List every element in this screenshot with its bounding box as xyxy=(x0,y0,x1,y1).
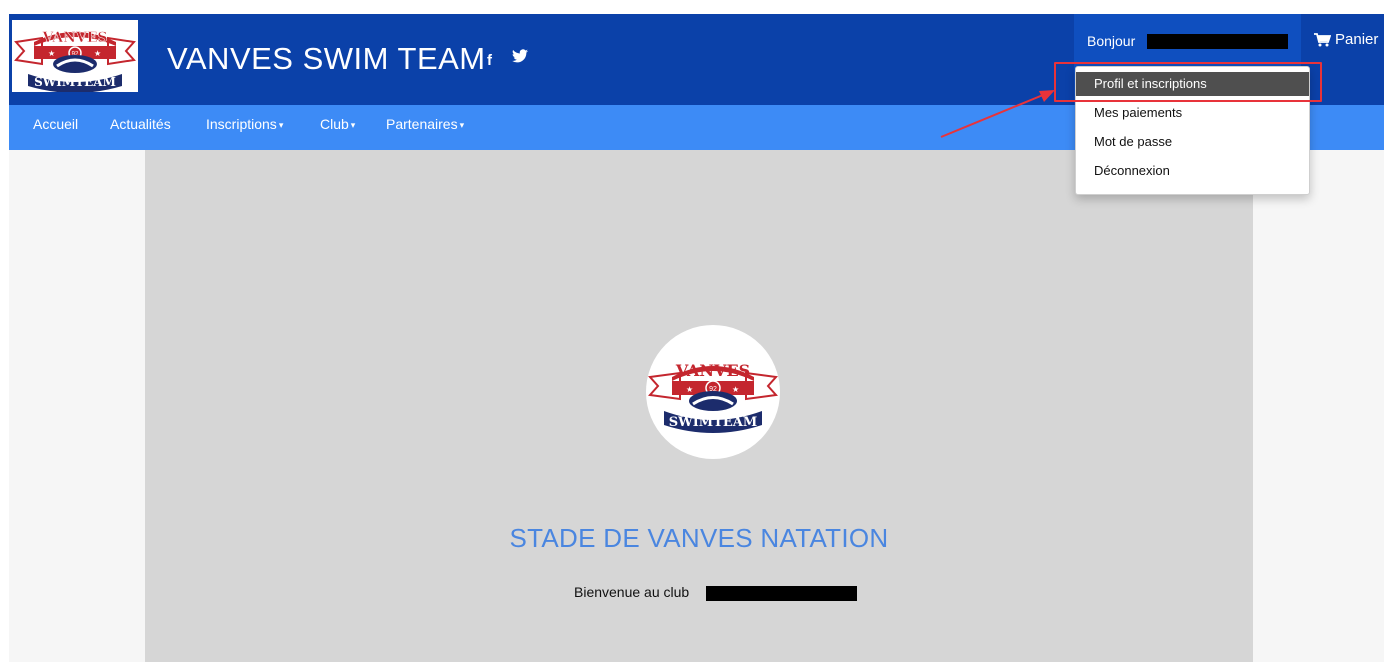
caret-down-icon: ▾ xyxy=(459,120,465,130)
svg-text:SWIMTEAM: SWIMTEAM xyxy=(669,415,758,430)
menu-item-mes-paiements[interactable]: Mes paiements xyxy=(1076,101,1309,125)
svg-text:★: ★ xyxy=(732,385,739,394)
facebook-icon[interactable]: f xyxy=(487,52,492,69)
club-logo-badge: VANVES ★ ★ 92 SWIMTEAM xyxy=(646,325,780,459)
svg-text:★: ★ xyxy=(48,49,55,58)
team-logo-icon: VANVES ★ ★ 92 SWIMTEAM xyxy=(648,361,778,433)
svg-text:SWIMTEAM: SWIMTEAM xyxy=(34,75,116,89)
cart-label: Panier xyxy=(1335,31,1379,48)
nav-item-inscriptions[interactable]: Inscriptions ▾ xyxy=(206,116,283,132)
svg-text:VANVES: VANVES xyxy=(675,361,750,380)
team-logo-icon: VANVES ★ ★ 92 SWIMTEAM xyxy=(14,30,136,93)
cart-button[interactable]: Panier xyxy=(1314,31,1378,48)
caret-down-icon: ▾ xyxy=(350,120,356,130)
svg-text:VANVES: VANVES xyxy=(41,30,107,46)
nav-item-club[interactable]: Club ▾ xyxy=(320,116,355,132)
main-content: VANVES ★ ★ 92 SWIMTEAM STADE DE VANVES N… xyxy=(145,150,1253,662)
redacted-club-name xyxy=(706,586,857,601)
page-frame: VANVES ★ ★ 92 SWIMTEAM VANVES SWIM TEAM … xyxy=(9,14,1384,662)
cart-icon xyxy=(1314,32,1331,46)
menu-item-deconnexion[interactable]: Déconnexion xyxy=(1076,159,1309,183)
nav-item-accueil[interactable]: Accueil xyxy=(33,116,78,132)
svg-text:★: ★ xyxy=(94,49,101,58)
svg-text:★: ★ xyxy=(686,385,693,394)
site-logo[interactable]: VANVES ★ ★ 92 SWIMTEAM xyxy=(12,20,138,93)
annotation-highlight-box xyxy=(1054,62,1322,102)
caret-down-icon: ▾ xyxy=(278,120,284,130)
nav-item-partenaires[interactable]: Partenaires ▾ xyxy=(386,116,464,132)
club-heading: STADE DE VANVES NATATION xyxy=(509,523,889,553)
twitter-icon[interactable] xyxy=(512,49,528,67)
menu-item-mot-de-passe[interactable]: Mot de passe xyxy=(1076,130,1309,154)
nav-item-actualites[interactable]: Actualités xyxy=(110,116,171,132)
site-title[interactable]: VANVES SWIM TEAM xyxy=(167,41,486,77)
redacted-username xyxy=(1147,34,1288,49)
welcome-text: Bienvenue au club xyxy=(574,584,857,601)
greeting-label: Bonjour xyxy=(1087,33,1136,49)
